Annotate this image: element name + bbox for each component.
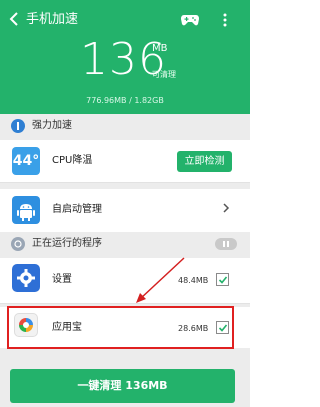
one-click-clean-button[interactable]: 一键清理 136MB (10, 369, 235, 403)
annotation-arrow-icon (136, 257, 185, 303)
phone-screen: 手机加速 136 MB 可清理 776.96MB / 1.82GB 强力加速 4… (0, 0, 250, 407)
